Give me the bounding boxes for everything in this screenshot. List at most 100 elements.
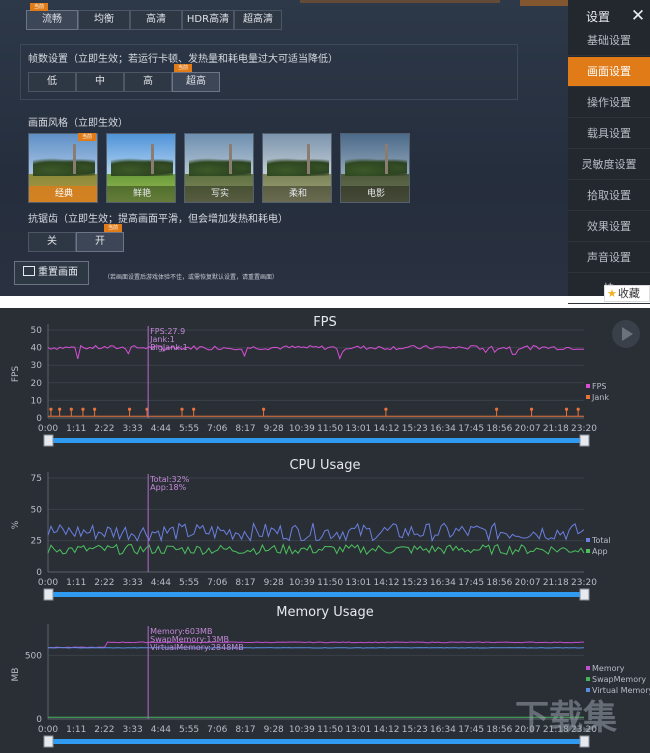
x-tick-label: 4:44: [151, 725, 171, 735]
thumb-tower: [385, 144, 388, 174]
style-thumbnail[interactable]: 鲜艳: [106, 133, 176, 203]
y-tick-label: 50: [31, 326, 43, 336]
x-tick-label: 14:12: [374, 424, 400, 434]
framerate-label: 帧数设置（立即生效；若运行卡顿、发热量和耗电量过大可适当降低）: [28, 54, 338, 65]
decor-stripe: [300, 0, 500, 3]
close-icon[interactable]: ✕: [628, 6, 648, 26]
antialias-option[interactable]: 关: [28, 232, 76, 252]
x-tick-label: 20:07: [515, 424, 541, 434]
quality-option[interactable]: 超高清: [234, 10, 282, 30]
x-tick-label: 0:00: [38, 424, 58, 434]
x-tick-label: 17:45: [458, 578, 484, 588]
current-badge: 当前: [78, 133, 96, 141]
legend-label: Memory: [592, 664, 625, 673]
star-icon: ★: [607, 287, 617, 300]
chart-title: CPU Usage: [289, 458, 360, 473]
framerate-option[interactable]: 低: [28, 72, 76, 92]
sidebar-item[interactable]: 画面设置: [568, 57, 650, 87]
x-tick-label: 7:06: [207, 578, 227, 588]
x-tick-label: 21:18: [543, 424, 569, 434]
jank-point: [58, 407, 62, 411]
thumb-trees: [267, 156, 329, 176]
y-axis-label: MB: [11, 668, 21, 682]
framerate-option[interactable]: 高: [124, 72, 172, 92]
chart-title: FPS: [313, 315, 337, 330]
jank-point: [495, 407, 499, 411]
antialias-option[interactable]: 开: [76, 232, 124, 252]
x-tick-label: 13:01: [345, 424, 371, 434]
favorite-button[interactable]: ★收藏: [604, 285, 650, 302]
scroll-handle-left[interactable]: [43, 588, 54, 601]
scroll-handle-right[interactable]: [579, 434, 590, 447]
legend-label: Jank: [591, 393, 609, 402]
x-tick-label: 16:34: [430, 424, 456, 434]
favorite-label: 收藏: [617, 287, 640, 300]
x-tick-label: 10:39: [289, 578, 315, 588]
legend-swatch: [586, 395, 590, 399]
style-caption: 柔和: [263, 186, 331, 202]
y-tick-label: 0: [36, 414, 42, 424]
x-tick-label: 23:20: [571, 424, 597, 434]
jank-point: [384, 407, 388, 411]
style-thumbnail[interactable]: 电影: [340, 133, 410, 203]
x-tick-label: 17:45: [458, 725, 484, 735]
sidebar-item[interactable]: 灵敏度设置: [568, 150, 650, 180]
style-caption: 电影: [341, 186, 409, 202]
jank-point: [127, 407, 132, 411]
jank-point: [564, 407, 569, 411]
x-tick-label: 18:56: [486, 424, 512, 434]
style-thumbnail[interactable]: 柔和: [262, 133, 332, 203]
x-tick-label: 7:06: [207, 424, 227, 434]
x-tick-label: 13:01: [345, 578, 371, 588]
reset-button[interactable]: 重置画面: [14, 261, 89, 285]
scroll-handle-left[interactable]: [43, 735, 54, 748]
x-tick-label: 7:06: [207, 725, 227, 735]
quality-option[interactable]: HDR高清: [182, 10, 234, 30]
sidebar-item[interactable]: 基础设置: [568, 26, 650, 56]
x-tick-label: 11:50: [317, 725, 343, 735]
sidebar-item[interactable]: 载具设置: [568, 119, 650, 149]
quality-option[interactable]: 高清: [130, 10, 182, 30]
framerate-option[interactable]: 中: [76, 72, 124, 92]
x-tick-label: 11:50: [317, 424, 343, 434]
x-tick-label: 17:45: [458, 424, 484, 434]
sidebar-header: 设置 ✕: [568, 4, 650, 26]
antialias-label: 抗锯齿（立即生效；提高画面平滑，但会增加发热和耗电）: [28, 214, 288, 225]
quality-option[interactable]: 均衡: [78, 10, 130, 30]
style-label: 画面风格（立即生效）: [28, 118, 128, 129]
x-tick-label: 3:33: [123, 424, 143, 434]
perf-panel: FPS FPS 0 10 20 30 40 50 0:00 1:11 2:22 3:33 4:44 5:5…: [0, 308, 650, 753]
quality-option[interactable]: 流畅: [26, 10, 78, 30]
style-thumbnail[interactable]: 写实: [184, 133, 254, 203]
x-tick-label: 0:00: [38, 725, 58, 735]
scroll-handle-left[interactable]: [43, 434, 54, 447]
y-tick-label: 30: [31, 361, 43, 371]
timeline-scrollbar[interactable]: [48, 438, 584, 443]
y-axis-label: FPS: [11, 366, 21, 383]
style-caption: 鲜艳: [107, 186, 175, 202]
style-thumbnail[interactable]: 经典: [28, 133, 98, 203]
sidebar-item[interactable]: 操作设置: [568, 88, 650, 118]
timeline-scrollbar[interactable]: [48, 592, 584, 597]
settings-sidebar: 设置 ✕ 基础设置画面设置操作设置载具设置灵敏度设置拾取设置效果设置声音设置快: [568, 0, 650, 304]
legend-label: FPS: [592, 382, 607, 391]
cursor-readout: VirtualMemory:2848MB: [150, 643, 244, 652]
sidebar-item[interactable]: 拾取设置: [568, 181, 650, 211]
sidebar-item[interactable]: 效果设置: [568, 212, 650, 242]
sidebar-item[interactable]: 声音设置: [568, 243, 650, 273]
timeline-scrollbar[interactable]: [48, 739, 584, 744]
x-tick-label: 5:55: [179, 725, 199, 735]
legend-label: SwapMemory: [592, 675, 646, 684]
framerate-option[interactable]: 超高: [172, 72, 220, 92]
y-tick-label: 25: [31, 537, 42, 547]
x-tick-label: 9:28: [264, 578, 284, 588]
x-tick-label: 5:55: [179, 578, 199, 588]
x-tick-label: 16:34: [430, 578, 456, 588]
jank-point: [69, 407, 73, 411]
x-tick-label: 13:01: [345, 725, 371, 735]
x-tick-label: 10:39: [289, 725, 315, 735]
current-badge: 当前: [30, 3, 48, 11]
x-tick-label: 1:11: [66, 424, 86, 434]
x-tick-label: 15:23: [402, 424, 428, 434]
scroll-handle-right[interactable]: [579, 588, 590, 601]
